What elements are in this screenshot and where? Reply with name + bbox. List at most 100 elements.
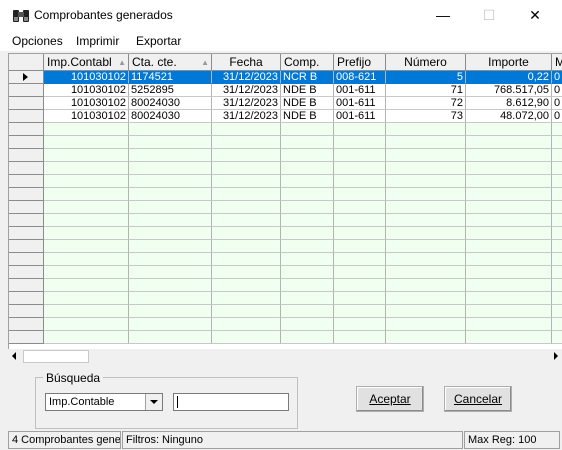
table-cell[interactable] bbox=[44, 279, 129, 292]
column-header-6[interactable]: Importe bbox=[466, 54, 552, 71]
table-cell[interactable] bbox=[212, 123, 281, 136]
table-cell[interactable] bbox=[552, 162, 562, 175]
table-cell[interactable] bbox=[552, 266, 562, 279]
table-cell[interactable] bbox=[466, 227, 552, 240]
table-cell[interactable] bbox=[129, 305, 212, 318]
table-cell[interactable] bbox=[334, 149, 386, 162]
table-cell[interactable] bbox=[386, 253, 466, 266]
table-cell[interactable] bbox=[129, 279, 212, 292]
table-cell[interactable] bbox=[334, 240, 386, 253]
table-cell[interactable]: 768.517,05 bbox=[466, 84, 552, 97]
table-cell[interactable] bbox=[281, 149, 334, 162]
row-indicator[interactable] bbox=[9, 292, 44, 305]
table-cell[interactable] bbox=[466, 318, 552, 331]
table-cell[interactable] bbox=[466, 240, 552, 253]
accept-button[interactable]: Aceptar bbox=[356, 386, 424, 412]
table-cell[interactable]: 72 bbox=[386, 97, 466, 110]
comprobantes-grid[interactable]: Imp.Contabl ▲ Cta. cte. ▲ Fecha Comp. Prefijo N… bbox=[8, 53, 562, 351]
table-cell[interactable]: 31/12/2023 bbox=[212, 97, 281, 110]
close-button[interactable]: ✕ bbox=[512, 0, 558, 31]
table-cell[interactable] bbox=[281, 266, 334, 279]
row-indicator[interactable] bbox=[9, 84, 44, 97]
table-cell[interactable]: 71 bbox=[386, 84, 466, 97]
table-cell[interactable] bbox=[129, 149, 212, 162]
row-indicator[interactable] bbox=[9, 201, 44, 214]
row-indicator[interactable] bbox=[9, 227, 44, 240]
table-cell[interactable]: 0 bbox=[552, 71, 562, 84]
table-cell[interactable]: 5252895 bbox=[129, 84, 212, 97]
table-cell[interactable]: 5 bbox=[386, 71, 466, 84]
table-cell[interactable]: 31/12/2023 bbox=[212, 84, 281, 97]
table-cell[interactable]: 0 bbox=[552, 110, 562, 123]
table-cell[interactable] bbox=[212, 240, 281, 253]
table-cell[interactable] bbox=[212, 188, 281, 201]
table-cell[interactable] bbox=[334, 136, 386, 149]
table-cell[interactable] bbox=[212, 253, 281, 266]
table-cell[interactable] bbox=[129, 214, 212, 227]
table-cell[interactable] bbox=[386, 292, 466, 305]
table-cell[interactable] bbox=[44, 253, 129, 266]
row-indicator[interactable] bbox=[9, 136, 44, 149]
table-cell[interactable] bbox=[386, 149, 466, 162]
row-indicator[interactable] bbox=[9, 175, 44, 188]
table-cell[interactable] bbox=[212, 318, 281, 331]
row-indicator[interactable] bbox=[9, 331, 44, 344]
table-cell[interactable]: NDE B bbox=[281, 97, 334, 110]
row-indicator[interactable] bbox=[9, 123, 44, 136]
table-cell[interactable] bbox=[44, 123, 129, 136]
table-cell[interactable] bbox=[129, 318, 212, 331]
table-cell[interactable] bbox=[552, 240, 562, 253]
table-cell[interactable] bbox=[281, 123, 334, 136]
table-cell[interactable] bbox=[44, 136, 129, 149]
table-cell[interactable] bbox=[552, 292, 562, 305]
table-cell[interactable] bbox=[386, 214, 466, 227]
row-indicator[interactable] bbox=[9, 188, 44, 201]
row-indicator[interactable] bbox=[9, 97, 44, 110]
table-cell[interactable] bbox=[281, 253, 334, 266]
table-cell[interactable] bbox=[386, 240, 466, 253]
table-cell[interactable] bbox=[552, 279, 562, 292]
table-cell[interactable] bbox=[44, 162, 129, 175]
table-cell[interactable] bbox=[212, 149, 281, 162]
search-input[interactable] bbox=[173, 393, 289, 411]
table-cell[interactable] bbox=[212, 214, 281, 227]
table-cell[interactable] bbox=[386, 188, 466, 201]
column-header-0[interactable]: Imp.Contabl ▲ bbox=[44, 54, 129, 71]
table-cell[interactable] bbox=[334, 266, 386, 279]
table-cell[interactable]: NDE B bbox=[281, 84, 334, 97]
table-cell[interactable]: 0 bbox=[552, 84, 562, 97]
table-cell[interactable] bbox=[552, 253, 562, 266]
table-cell[interactable] bbox=[44, 227, 129, 240]
table-cell[interactable] bbox=[281, 162, 334, 175]
scroll-left-icon[interactable] bbox=[12, 352, 16, 360]
table-cell[interactable] bbox=[552, 214, 562, 227]
table-cell[interactable] bbox=[386, 266, 466, 279]
table-cell[interactable] bbox=[334, 123, 386, 136]
table-cell[interactable] bbox=[386, 279, 466, 292]
table-cell[interactable]: 008-621 bbox=[334, 71, 386, 84]
table-cell[interactable]: 8.612,90 bbox=[466, 97, 552, 110]
menu-imprimir[interactable]: Imprimir bbox=[76, 34, 119, 48]
table-cell[interactable] bbox=[466, 136, 552, 149]
table-cell[interactable] bbox=[281, 188, 334, 201]
row-indicator[interactable] bbox=[9, 279, 44, 292]
column-header-1[interactable]: Cta. cte. ▲ bbox=[129, 54, 212, 71]
table-cell[interactable] bbox=[44, 266, 129, 279]
table-cell[interactable] bbox=[129, 227, 212, 240]
table-cell[interactable] bbox=[552, 201, 562, 214]
table-cell[interactable] bbox=[334, 188, 386, 201]
row-indicator[interactable] bbox=[9, 305, 44, 318]
table-cell[interactable]: 001-611 bbox=[334, 97, 386, 110]
table-cell[interactable] bbox=[212, 162, 281, 175]
table-cell[interactable]: 31/12/2023 bbox=[212, 71, 281, 84]
table-cell[interactable] bbox=[466, 188, 552, 201]
table-cell[interactable] bbox=[386, 331, 466, 344]
table-cell[interactable] bbox=[552, 305, 562, 318]
table-cell[interactable] bbox=[466, 292, 552, 305]
table-cell[interactable]: 80024030 bbox=[129, 110, 212, 123]
table-cell[interactable] bbox=[44, 240, 129, 253]
table-cell[interactable] bbox=[552, 149, 562, 162]
table-cell[interactable] bbox=[212, 279, 281, 292]
table-cell[interactable] bbox=[466, 201, 552, 214]
table-cell[interactable]: 101030102 bbox=[44, 71, 129, 84]
